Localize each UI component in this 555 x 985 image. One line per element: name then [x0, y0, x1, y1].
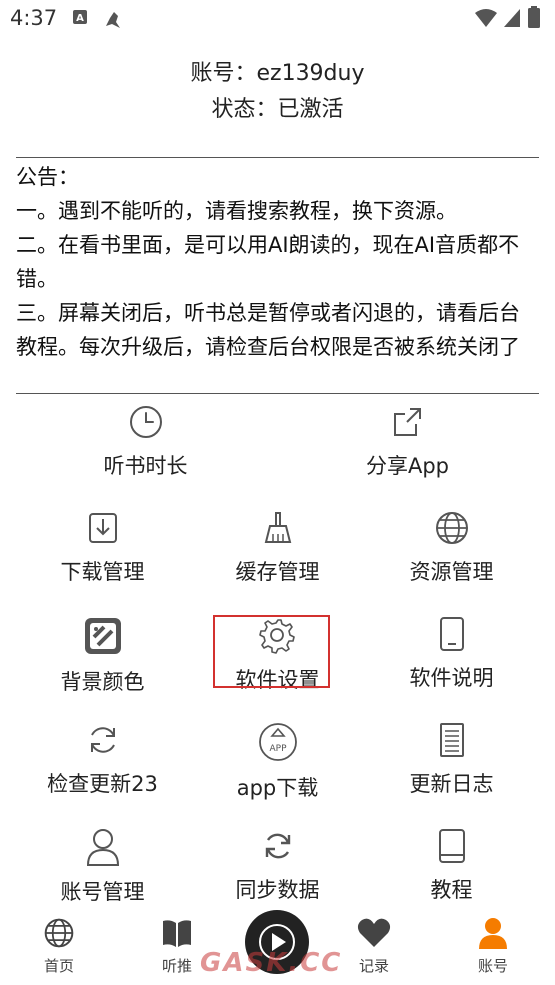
menu-label: 听书时长	[103, 454, 188, 478]
notice-line-1: 一。遇到不能听的，请看搜索教程，换下资源。	[16, 199, 457, 223]
watermark: GASK.CC	[200, 948, 343, 978]
palette-icon	[15, 616, 190, 660]
signal-icon	[503, 8, 521, 32]
menu-background-color[interactable]: 背景颜色	[15, 616, 190, 696]
phone-icon	[364, 616, 539, 656]
menu-label: 缓存管理	[235, 560, 320, 584]
menu-label: 下载管理	[60, 560, 145, 584]
sync-icon	[190, 828, 365, 868]
menu-listening-time[interactable]: 听书时长	[58, 404, 233, 480]
menu-label: 背景颜色	[60, 670, 145, 694]
notice-line-2: 二。在看书里面，是可以用AI朗读的，现在AI音质都不错。	[16, 233, 520, 291]
menu-check-update[interactable]: 检查更新23	[15, 722, 190, 798]
notice-line-3: 三。屏幕关闭后，听书总是暂停或者闪退的，请看后台教程。每次升级后，请检查后台权限…	[16, 301, 520, 359]
menu-label: 软件说明	[409, 666, 494, 690]
menu-label: 资源管理	[409, 560, 494, 584]
menu-tutorial[interactable]: 教程	[364, 828, 539, 904]
notice-title: 公告：	[16, 165, 79, 189]
tablet-icon	[364, 828, 539, 868]
document-icon	[364, 722, 539, 762]
user-icon	[478, 918, 508, 953]
a-badge-icon: A	[72, 8, 88, 30]
menu-resource-manager[interactable]: 资源管理	[364, 510, 539, 586]
menu-download-manager[interactable]: 下载管理	[15, 510, 190, 586]
status-bar: 4:37 A	[0, 0, 555, 38]
nav-label: 记录	[358, 957, 389, 975]
status-time: 4:37	[10, 6, 58, 30]
nav-account[interactable]: 账号	[458, 917, 528, 976]
app-upload-icon: APP	[190, 722, 365, 766]
menu-cache-manager[interactable]: 缓存管理	[190, 510, 365, 586]
settings-highlight-box	[213, 615, 330, 688]
menu-label: app下载	[236, 776, 319, 800]
divider-top	[16, 157, 539, 158]
account-id: 账号：ez139duy	[190, 61, 365, 86]
menu-changelog[interactable]: 更新日志	[364, 722, 539, 798]
wifi-icon	[474, 8, 498, 32]
menu-label: 更新日志	[409, 772, 494, 796]
menu-label: 检查更新23	[47, 772, 158, 796]
menu-app-download[interactable]: APP app下载	[190, 722, 365, 802]
nav-record[interactable]: 记录	[339, 917, 409, 976]
svg-text:A: A	[76, 13, 84, 24]
refresh-icon	[15, 722, 190, 762]
share-icon	[320, 404, 495, 444]
notice-panel: 公告： 一。遇到不能听的，请看搜索教程，换下资源。 二。在看书里面，是可以用AI…	[16, 160, 538, 364]
nav-home[interactable]: 首页	[24, 917, 94, 976]
nav-label: 账号	[477, 957, 508, 975]
menu-share-app[interactable]: 分享App	[320, 404, 495, 480]
battery-icon	[528, 6, 540, 32]
menu-label: 教程	[430, 878, 473, 902]
globe-icon	[364, 510, 539, 550]
globe-icon	[43, 918, 75, 953]
clock-icon	[58, 404, 233, 444]
bird-icon	[102, 8, 124, 34]
book-icon	[161, 920, 193, 953]
broom-icon	[190, 510, 365, 550]
account-info: 账号：ez139duy 状态：已激活	[0, 56, 555, 128]
menu-label: 分享App	[365, 454, 450, 478]
divider-bottom	[16, 393, 539, 394]
heart-icon	[357, 918, 391, 953]
user-icon	[15, 828, 190, 870]
download-icon	[15, 510, 190, 550]
menu-account-manager[interactable]: 账号管理	[15, 828, 190, 906]
menu-software-guide[interactable]: 软件说明	[364, 616, 539, 692]
menu-label: 同步数据	[235, 878, 320, 902]
menu-sync-data[interactable]: 同步数据	[190, 828, 365, 904]
account-status: 状态：已激活	[211, 97, 344, 122]
nav-label: 首页	[43, 957, 74, 975]
menu-label: 账号管理	[60, 880, 145, 904]
svg-text:APP: APP	[269, 744, 287, 754]
